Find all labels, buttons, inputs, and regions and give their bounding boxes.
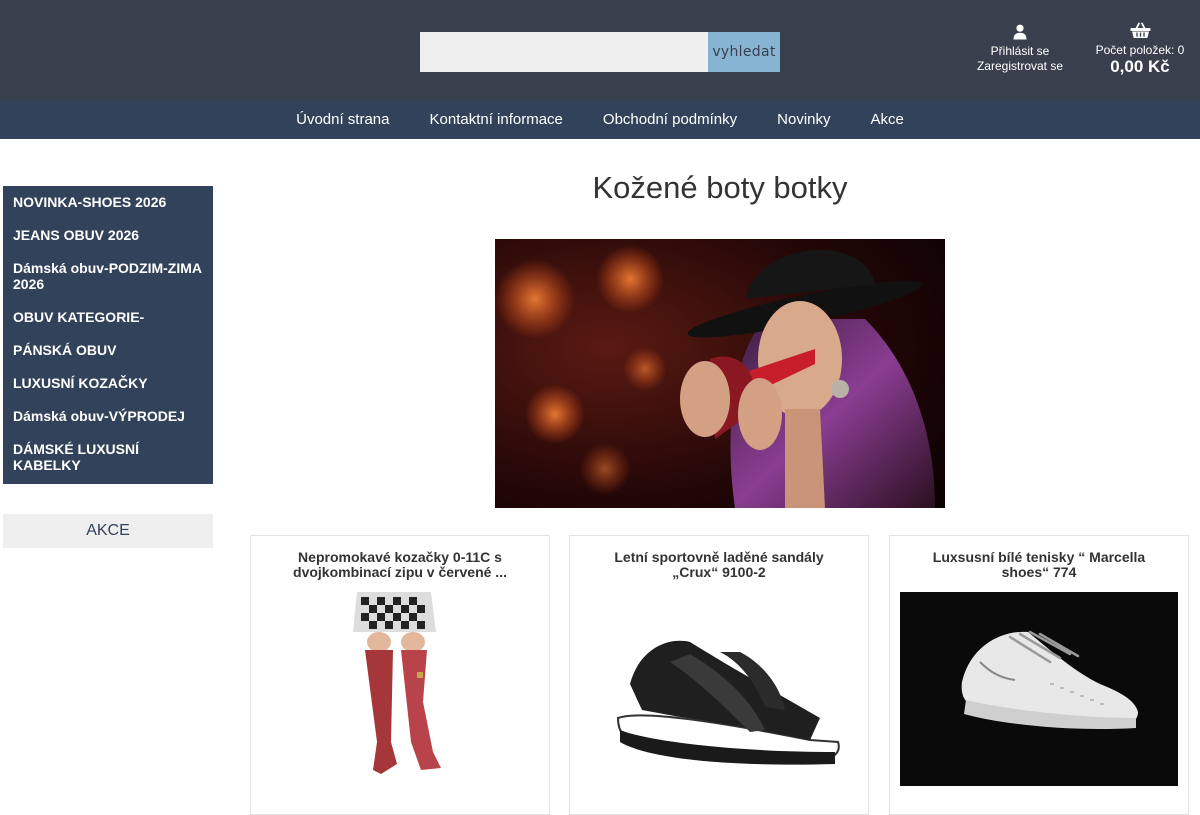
account-area: Přihlásit se Zaregistrovat se <box>960 24 1080 74</box>
page-title: Kožené boty botky <box>592 170 848 205</box>
product-image-crux-sandals[interactable] <box>580 592 858 786</box>
search-input[interactable] <box>420 32 708 72</box>
nav-item-sale[interactable]: Akce <box>871 111 904 128</box>
nav-item-terms[interactable]: Obchodní podmínky <box>603 111 737 128</box>
product-title[interactable]: Luxsusní bílé tenisky “ Marcella shoes“ … <box>890 536 1188 580</box>
cart-count: Počet položek: 0 <box>1095 43 1185 57</box>
nav-item-contact[interactable]: Kontaktní informace <box>430 111 563 128</box>
site-header: vyhledat Přihlásit se Zaregistrovat se P… <box>0 0 1200 100</box>
sidebar-item-jeans-obuv[interactable]: JEANS OBUV 2026 <box>3 219 213 252</box>
nav-item-home[interactable]: Úvodní strana <box>296 111 389 128</box>
product-card[interactable]: Letní sportovně laděné sandály „Crux“ 91… <box>569 535 869 815</box>
product-image-red-boots[interactable] <box>261 592 539 786</box>
sidebar-item-damska-vyprodej[interactable]: Dámská obuv-VÝPRODEJ <box>3 400 213 433</box>
hero-banner-image <box>495 239 945 508</box>
product-card[interactable]: Luxsusní bílé tenisky “ Marcella shoes“ … <box>889 535 1189 815</box>
sidebar-item-damska-podzim-zima[interactable]: Dámská obuv-PODZIM-ZIMA 2026 <box>3 252 213 301</box>
register-link[interactable]: Zaregistrovat se <box>960 59 1080 74</box>
nav-item-news[interactable]: Novinky <box>777 111 830 128</box>
sidebar-item-luxusni-kabelky[interactable]: DÁMSKÉ LUXUSNÍ KABELKY <box>3 433 213 482</box>
product-title[interactable]: Letní sportovně laděné sandály „Crux“ 91… <box>570 536 868 580</box>
sidebar-item-obuv-kategorie[interactable]: OBUV KATEGORIE- <box>3 301 213 334</box>
sidebar-item-luxusni-kozacky[interactable]: LUXUSNÍ KOZAČKY <box>3 367 213 400</box>
product-card[interactable]: Nepromokavé kozačky 0-11C s dvojkombinac… <box>250 535 550 815</box>
cart-total: 0,00 Kč <box>1110 57 1170 76</box>
search-button[interactable]: vyhledat <box>708 32 780 72</box>
main-nav: Úvodní strana Kontaktní informace Obchod… <box>0 100 1200 139</box>
search-bar: vyhledat <box>420 32 780 72</box>
product-image-white-sneakers[interactable] <box>900 592 1178 786</box>
akce-button[interactable]: AKCE <box>3 514 213 548</box>
category-sidebar: NOVINKA-SHOES 2026 JEANS OBUV 2026 Dámsk… <box>3 186 213 484</box>
user-icon <box>1013 24 1027 40</box>
cart-area[interactable]: Počet položek: 0 0,00 Kč <box>1090 22 1190 76</box>
basket-icon <box>1130 22 1150 38</box>
product-title[interactable]: Nepromokavé kozačky 0-11C s dvojkombinac… <box>251 536 549 580</box>
login-link[interactable]: Přihlásit se <box>960 44 1080 59</box>
sidebar-item-novinka-shoes[interactable]: NOVINKA-SHOES 2026 <box>3 186 213 219</box>
sidebar-item-panska-obuv[interactable]: PÁNSKÁ OBUV <box>3 334 213 367</box>
